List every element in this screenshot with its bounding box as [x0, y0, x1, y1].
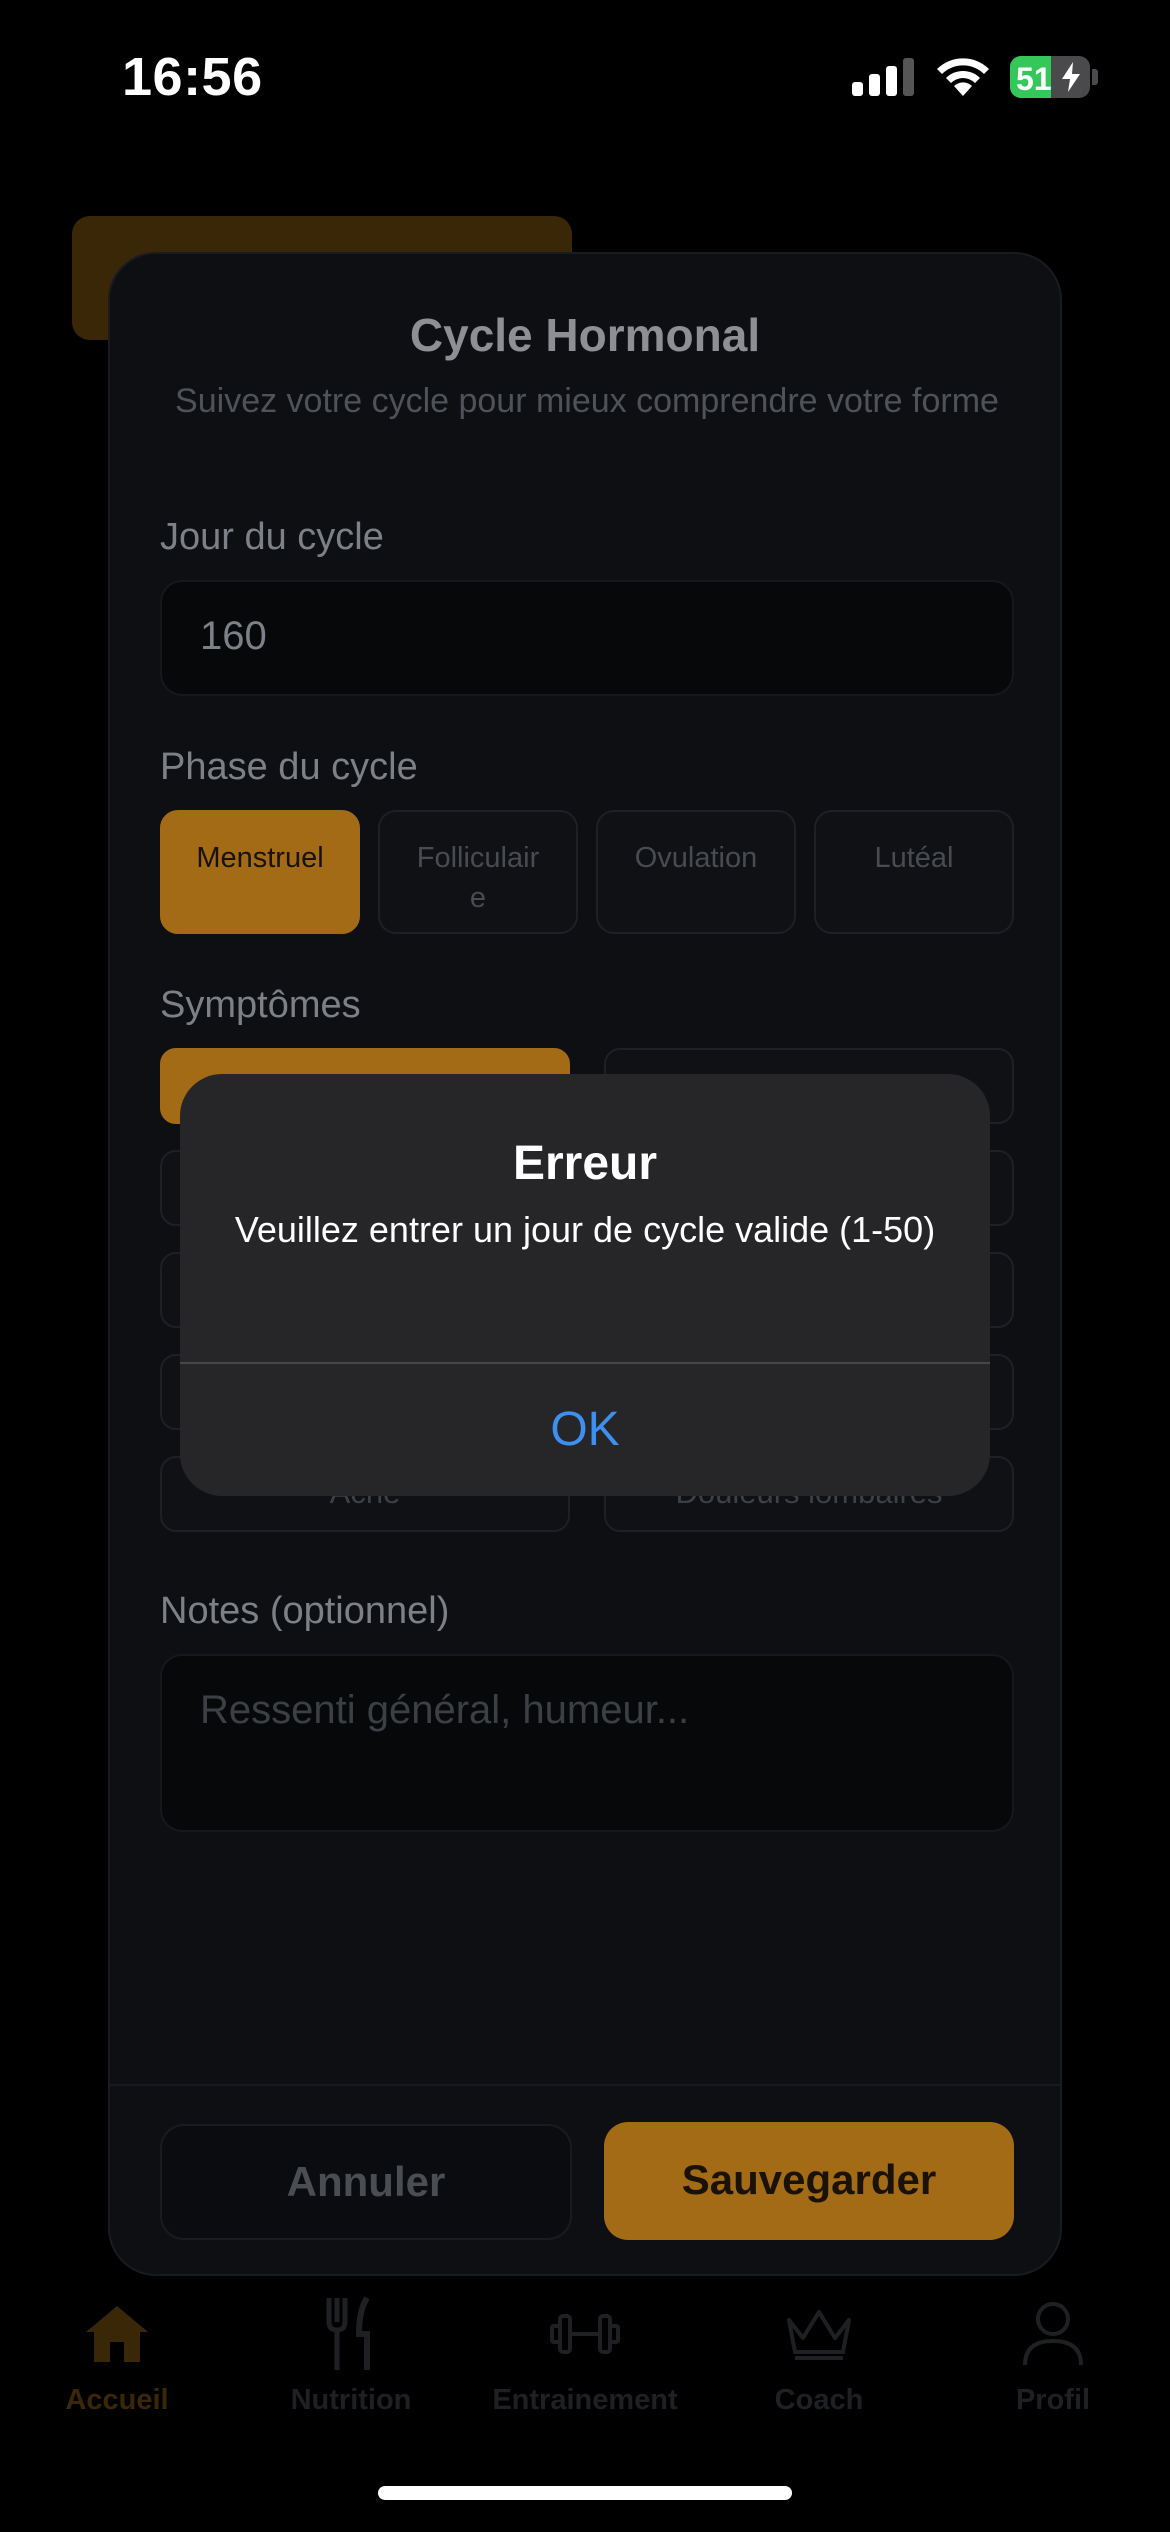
notes-field[interactable]: Ressenti général, humeur... — [160, 1654, 1014, 1832]
cycle-day-value: 160 — [200, 614, 267, 658]
notes-placeholder: Ressenti général, humeur... — [200, 1688, 690, 1732]
cycle-day-label: Jour du cycle — [160, 516, 384, 558]
phase-option-folliculaire[interactable]: Folliculaire — [378, 810, 578, 934]
battery-text: 51 — [1016, 61, 1052, 97]
tab-bar: Accueil Nutrition Entrainement Coach Pro… — [0, 2290, 1170, 2440]
crown-icon — [787, 2310, 851, 2360]
cancel-button[interactable]: Annuler — [160, 2124, 572, 2240]
tab-label: Nutrition — [290, 2384, 412, 2416]
tab-coach[interactable]: Coach — [702, 2290, 936, 2417]
fork-knife-icon — [326, 2296, 370, 2370]
modal-title: Cycle Hormonal — [409, 309, 761, 361]
tab-accueil[interactable]: Accueil — [0, 2290, 234, 2417]
cellular-signal-icon — [852, 56, 914, 96]
cycle-day-input[interactable]: 160 — [160, 580, 1014, 696]
error-alert: Erreur Veuillez entrer un jour de cycle … — [180, 1074, 990, 1496]
battery-icon: 51 — [1010, 56, 1090, 98]
tab-nutrition[interactable]: Nutrition — [234, 2290, 468, 2417]
tab-profil[interactable]: Profil — [936, 2290, 1170, 2417]
footer-divider — [110, 2084, 1060, 2086]
dumbbell-icon — [550, 2314, 620, 2354]
phase-options: Menstruel Folliculaire Ovulation Lutéal — [160, 810, 1014, 934]
alert-message: Veuillez entrer un jour de cycle valide … — [234, 1209, 936, 1250]
phase-option-luteal[interactable]: Lutéal — [814, 810, 1014, 934]
charging-bolt-icon — [1062, 62, 1080, 92]
status-bar: 16:56 51 — [0, 0, 1170, 150]
tab-entrainement[interactable]: Entrainement — [468, 2290, 702, 2417]
tab-label: Entrainement — [492, 2384, 678, 2416]
notes-label: Notes (optionnel) — [160, 1590, 450, 1632]
alert-ok-button[interactable]: OK — [180, 1364, 990, 1496]
status-time: 16:56 — [122, 47, 263, 107]
tab-label: Profil — [1015, 2384, 1091, 2416]
person-icon — [1023, 2302, 1083, 2366]
home-icon — [86, 2306, 148, 2362]
alert-title: Erreur — [512, 1137, 658, 1190]
battery-cap — [1092, 69, 1098, 85]
phase-option-menstruel[interactable]: Menstruel — [160, 810, 360, 934]
save-button[interactable]: Sauvegarder — [604, 2122, 1014, 2240]
symptoms-label: Symptômes — [160, 984, 361, 1026]
tab-label: Coach — [774, 2384, 864, 2416]
wifi-icon — [937, 58, 989, 96]
home-indicator — [378, 2486, 792, 2500]
phase-option-folliculaire-label: Folliculaire — [416, 842, 540, 914]
tab-label: Accueil — [65, 2384, 169, 2416]
modal-subtitle: Suivez votre cycle pour mieux comprendre… — [175, 382, 999, 420]
phase-label: Phase du cycle — [160, 746, 418, 788]
phase-option-ovulation[interactable]: Ovulation — [596, 810, 796, 934]
